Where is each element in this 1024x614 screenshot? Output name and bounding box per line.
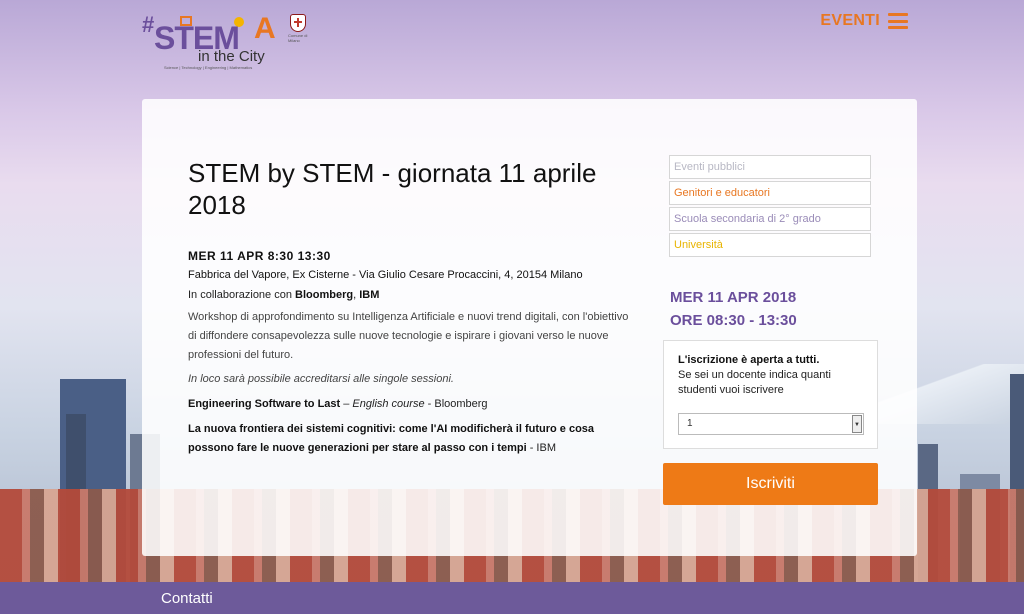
filter-genitori-educatori[interactable]: Genitori e educatori (669, 181, 871, 205)
session-2-organizer: - IBM (526, 442, 556, 454)
session-1: Engineering Software to Last – English c… (188, 395, 633, 414)
quantity-value: 1 (687, 418, 693, 429)
filter-universita[interactable]: Università (669, 233, 871, 257)
event-note: In loco sarà possibile accreditarsi alle… (188, 373, 454, 385)
logo-hash: # (142, 12, 155, 37)
event-title: STEM by STEM - giornata 11 aprile 2018 (188, 158, 597, 220)
session-1-language: English course (352, 398, 425, 410)
filter-eventi-pubblici[interactable]: Eventi pubblici (669, 155, 871, 179)
collab-partner-ibm: IBM (359, 289, 380, 301)
iscriviti-button[interactable]: Iscriviti (663, 463, 878, 505)
sidebar-time-line: ORE 08:30 - 13:30 (670, 312, 797, 329)
registration-title: L'iscrizione è aperta a tutti. (678, 354, 820, 366)
student-quantity-select[interactable]: 1 ▼ (678, 413, 864, 435)
logo-tagline: in the City (198, 48, 265, 65)
collab-partner-bloomberg: Bloomberg (295, 289, 354, 301)
stema-logo[interactable]: # STEM A in the City Science | Technolog… (142, 12, 312, 72)
event-card: STEM by STEM - giornata 11 aprile 2018 M… (142, 99, 917, 556)
session-1-organizer: - Bloomberg (424, 398, 488, 410)
site-footer: Contatti (0, 582, 1024, 614)
event-datetime: MER 11 APR 8:30 13:30 (188, 249, 331, 263)
logo-a-text: A (254, 12, 276, 45)
event-collaboration: In collaborazione con Bloomberg, IBM (188, 286, 633, 305)
event-address: Fabbrica del Vapore, Ex Cisterne - Via G… (188, 269, 583, 281)
event-description: Workshop di approfondimento su Intellige… (188, 311, 629, 361)
footer-contatti-link[interactable]: Contatti (161, 590, 213, 607)
sidebar: Eventi pubblici Genitori e educatori Scu… (669, 155, 871, 332)
filter-scuola-secondaria[interactable]: Scuola secondaria di 2° grado (669, 207, 871, 231)
event-details: STEM by STEM - giornata 11 aprile 2018 M… (188, 157, 633, 458)
eventi-menu-button[interactable]: EVENTI (820, 12, 908, 30)
registration-box: L'iscrizione è aperta a tutti. Se sei un… (663, 340, 878, 449)
chevron-down-icon[interactable]: ▼ (852, 415, 862, 433)
registration-text: Se sei un docente indica quanti studenti… (678, 369, 831, 396)
sidebar-event-date: MER 11 APR 2018 ORE 08:30 - 13:30 (669, 286, 871, 332)
logo-subtitle: Science | Technology | Engineering | Mat… (164, 65, 253, 70)
collab-prefix: In collaborazione con (188, 289, 296, 301)
comune-milano-seal-icon (290, 14, 306, 32)
session-1-title: Engineering Software to Last (188, 398, 341, 410)
sidebar-date-line: MER 11 APR 2018 (670, 289, 797, 306)
session-2: La nuova frontiera dei sistemi cognitivi… (188, 420, 633, 458)
milano-label: Comune di Milano (288, 33, 308, 43)
session-1-dash: – (340, 398, 353, 410)
hamburger-menu-icon[interactable] (888, 13, 908, 29)
eventi-label: EVENTI (820, 12, 880, 29)
site-header: # STEM A in the City Science | Technolog… (0, 0, 1024, 90)
